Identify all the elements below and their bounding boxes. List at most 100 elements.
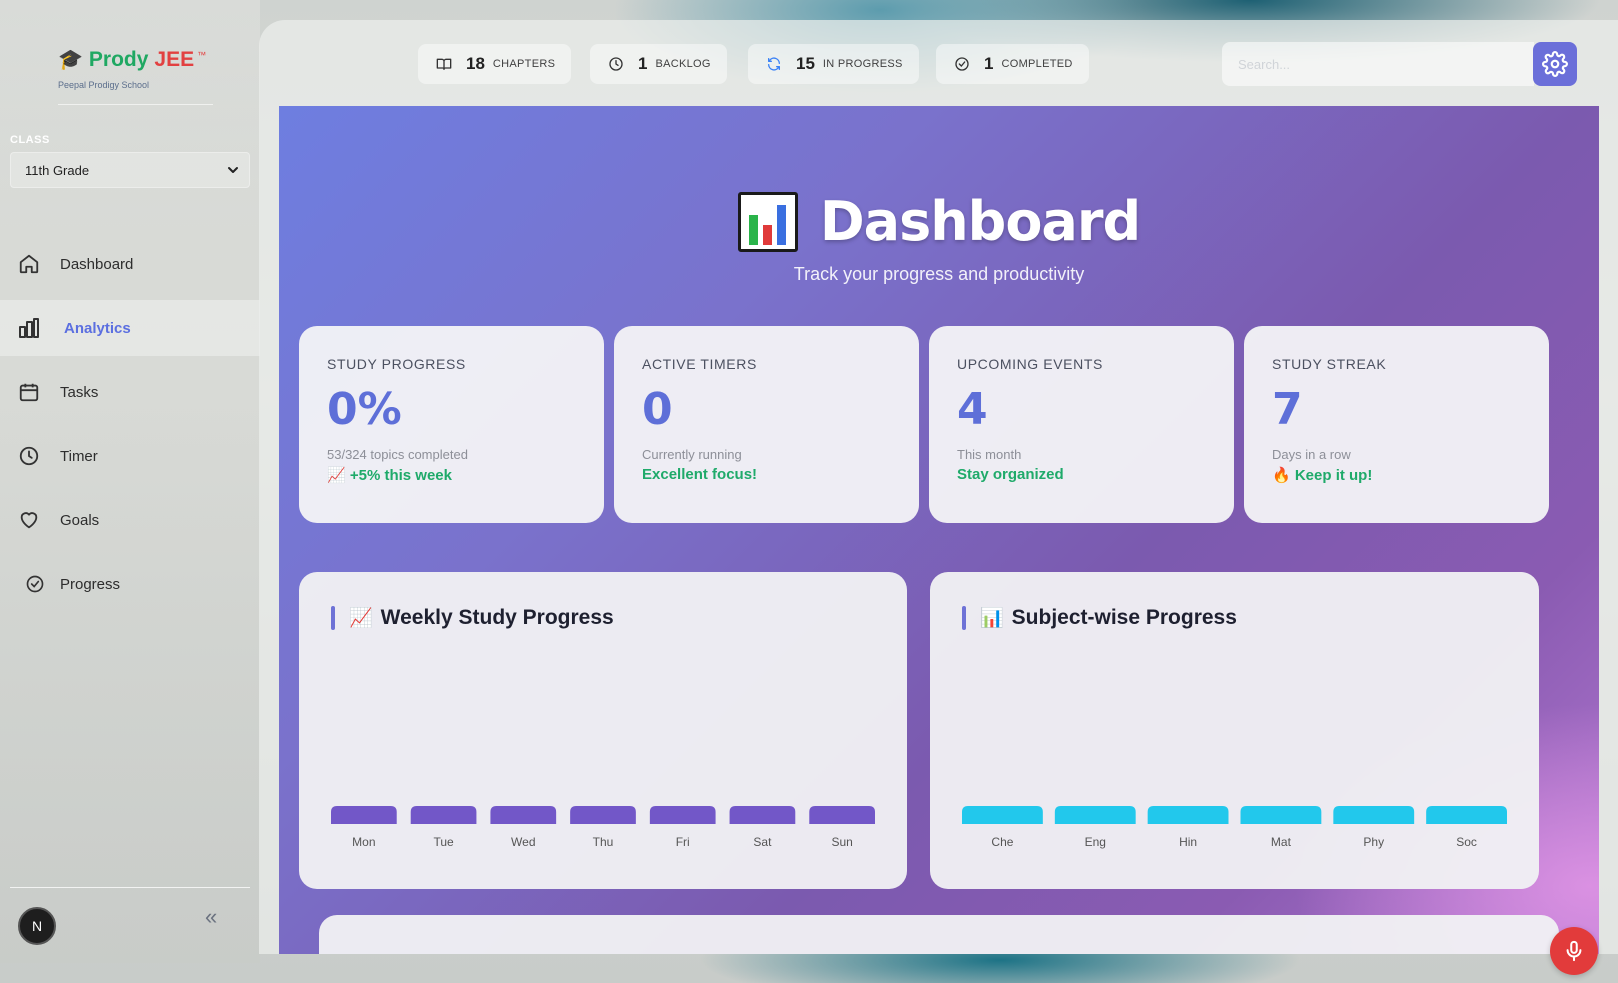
stat-label: COMPLETED: [1001, 58, 1073, 70]
microphone-icon: [1566, 940, 1582, 962]
check-circle-icon: [22, 571, 48, 597]
home-icon: [16, 251, 42, 277]
chart-bar[interactable]: [1147, 806, 1229, 824]
stat-card-study-progress[interactable]: STUDY PROGRESS 0% 53/324 topics complete…: [299, 326, 604, 523]
card-label: ACTIVE TIMERS: [642, 356, 757, 372]
card-note: Days in a row: [1272, 447, 1351, 462]
avatar[interactable]: N: [18, 907, 56, 945]
chart-bar[interactable]: [1054, 806, 1136, 824]
x-tick-label: Mat: [1271, 835, 1292, 849]
stat-in-progress[interactable]: 15 IN PROGRESS: [748, 44, 919, 84]
voice-input-button[interactable]: [1550, 927, 1598, 975]
brand-name-prody: Prody: [88, 48, 149, 71]
brand-trademark: ™: [197, 50, 207, 60]
chart-bar[interactable]: [490, 806, 557, 824]
dashboard-hero: Dashboard Track your progress and produc…: [279, 106, 1599, 954]
sidebar-item-label: Goals: [60, 511, 100, 529]
chart-bar[interactable]: [809, 806, 875, 824]
weekly-bar-chart: Mon Tue Wed Thu Fri Sat Sun: [331, 806, 875, 849]
graduation-cap-icon: 🎓: [58, 49, 83, 71]
page-title-row: Dashboard: [279, 190, 1599, 253]
clock-icon: [609, 57, 623, 71]
main-panel: 18 CHAPTERS 1 BACKLOG 15 IN PROGRESS 1 C…: [259, 20, 1618, 954]
chart-bar[interactable]: [1333, 806, 1415, 824]
x-tick-label: Thu: [593, 835, 614, 849]
card-trend: Stay organized: [957, 466, 1064, 483]
bar-chart-emoji-icon: [737, 191, 798, 252]
chart-bar[interactable]: [1426, 806, 1507, 824]
stat-label: CHAPTERS: [492, 58, 556, 70]
class-label: CLASS: [10, 134, 50, 146]
card-value: 7: [1272, 384, 1303, 435]
calendar-icon: [16, 379, 42, 405]
card-value: 4: [957, 384, 988, 435]
card-value: 0: [642, 384, 673, 435]
search-input[interactable]: Search...: [1222, 42, 1534, 86]
heart-icon: [16, 507, 42, 533]
sidebar-item-label: Timer: [60, 447, 98, 465]
class-select[interactable]: 11th Grade: [10, 152, 250, 188]
card-note: Currently running: [642, 447, 742, 462]
chart-bar[interactable]: [729, 806, 796, 824]
stat-value: 18: [466, 54, 485, 73]
collapse-sidebar-button[interactable]: «: [205, 904, 217, 930]
card-value: 0%: [327, 384, 402, 435]
page-title: Dashboard: [819, 190, 1141, 253]
clock-icon: [16, 443, 42, 469]
check-circle-icon: [955, 57, 969, 71]
chart-bar[interactable]: [570, 806, 636, 824]
card-trend: 📈 +5% this week: [327, 467, 452, 484]
weekly-progress-card: 📈 Weekly Study Progress Mon Tue Wed Thu Fri S…: [299, 572, 907, 889]
chart-bar[interactable]: [962, 806, 1043, 824]
x-tick-label: Tue: [433, 835, 454, 849]
bar-chart-icon: [16, 315, 42, 341]
x-tick-label: Eng: [1085, 835, 1106, 849]
card-trend: Excellent focus!: [642, 466, 758, 483]
stat-value: 15: [796, 54, 815, 73]
chart-bar[interactable]: [331, 806, 397, 824]
card-label: STUDY PROGRESS: [327, 356, 466, 372]
card-note: This month: [957, 447, 1022, 462]
stat-completed[interactable]: 1 COMPLETED: [936, 44, 1089, 84]
chart-bar[interactable]: [649, 806, 716, 824]
card-label: UPCOMING EVENTS: [957, 356, 1103, 372]
stat-chapters[interactable]: 18 CHAPTERS: [418, 44, 572, 84]
chevron-down-icon: [228, 167, 238, 173]
x-tick-label: Phy: [1363, 835, 1384, 849]
chart-bar[interactable]: [1240, 806, 1322, 824]
sidebar-item-analytics[interactable]: Analytics: [0, 300, 260, 356]
stat-value: 1: [638, 54, 648, 73]
stat-label: IN PROGRESS: [822, 58, 903, 70]
brand-logo[interactable]: 🎓 Prody JEE ™: [58, 48, 206, 72]
x-tick-label: Fri: [676, 835, 690, 849]
stat-card-study-streak[interactable]: STUDY STREAK 7 Days in a row 🔥 Keep it u…: [1244, 326, 1549, 523]
stat-card-upcoming-events[interactable]: UPCOMING EVENTS 4 This month Stay organi…: [929, 326, 1234, 523]
subject-bar-chart: Che Eng Hin Mat Phy Soc: [962, 806, 1507, 849]
next-section-card: [319, 915, 1559, 954]
x-tick-label: Sat: [753, 835, 772, 849]
brand-name-jee: JEE: [154, 48, 195, 71]
x-tick-label: Che: [991, 835, 1013, 849]
card-trend: 🔥 Keep it up!: [1272, 467, 1373, 484]
sidebar-item-dashboard[interactable]: Dashboard: [0, 236, 260, 292]
book-icon: [436, 58, 452, 70]
stat-backlog[interactable]: 1 BACKLOG: [590, 44, 727, 84]
stat-label: BACKLOG: [655, 58, 711, 70]
x-tick-label: Soc: [1456, 835, 1477, 849]
sidebar-item-progress[interactable]: Progress: [0, 556, 260, 612]
school-name: Peepal Prodigy School: [58, 80, 150, 90]
divider: [58, 104, 213, 105]
page-subtitle: Track your progress and productivity: [793, 264, 1085, 284]
sidebar-item-tasks[interactable]: Tasks: [0, 364, 260, 420]
sidebar-item-timer[interactable]: Timer: [0, 428, 260, 484]
stat-card-active-timers[interactable]: ACTIVE TIMERS 0 Currently running Excell…: [614, 326, 919, 523]
sidebar-item-label: Analytics: [64, 319, 131, 337]
settings-button[interactable]: [1533, 42, 1577, 86]
card-note: 53/324 topics completed: [327, 447, 468, 462]
sidebar: 🎓 Prody JEE ™ Peepal Prodigy School CLAS…: [0, 0, 260, 963]
stat-value: 1: [984, 54, 994, 73]
x-tick-label: Sun: [831, 835, 852, 849]
refresh-icon: [768, 57, 780, 71]
sidebar-item-goals[interactable]: Goals: [0, 492, 260, 548]
chart-bar[interactable]: [410, 806, 477, 824]
